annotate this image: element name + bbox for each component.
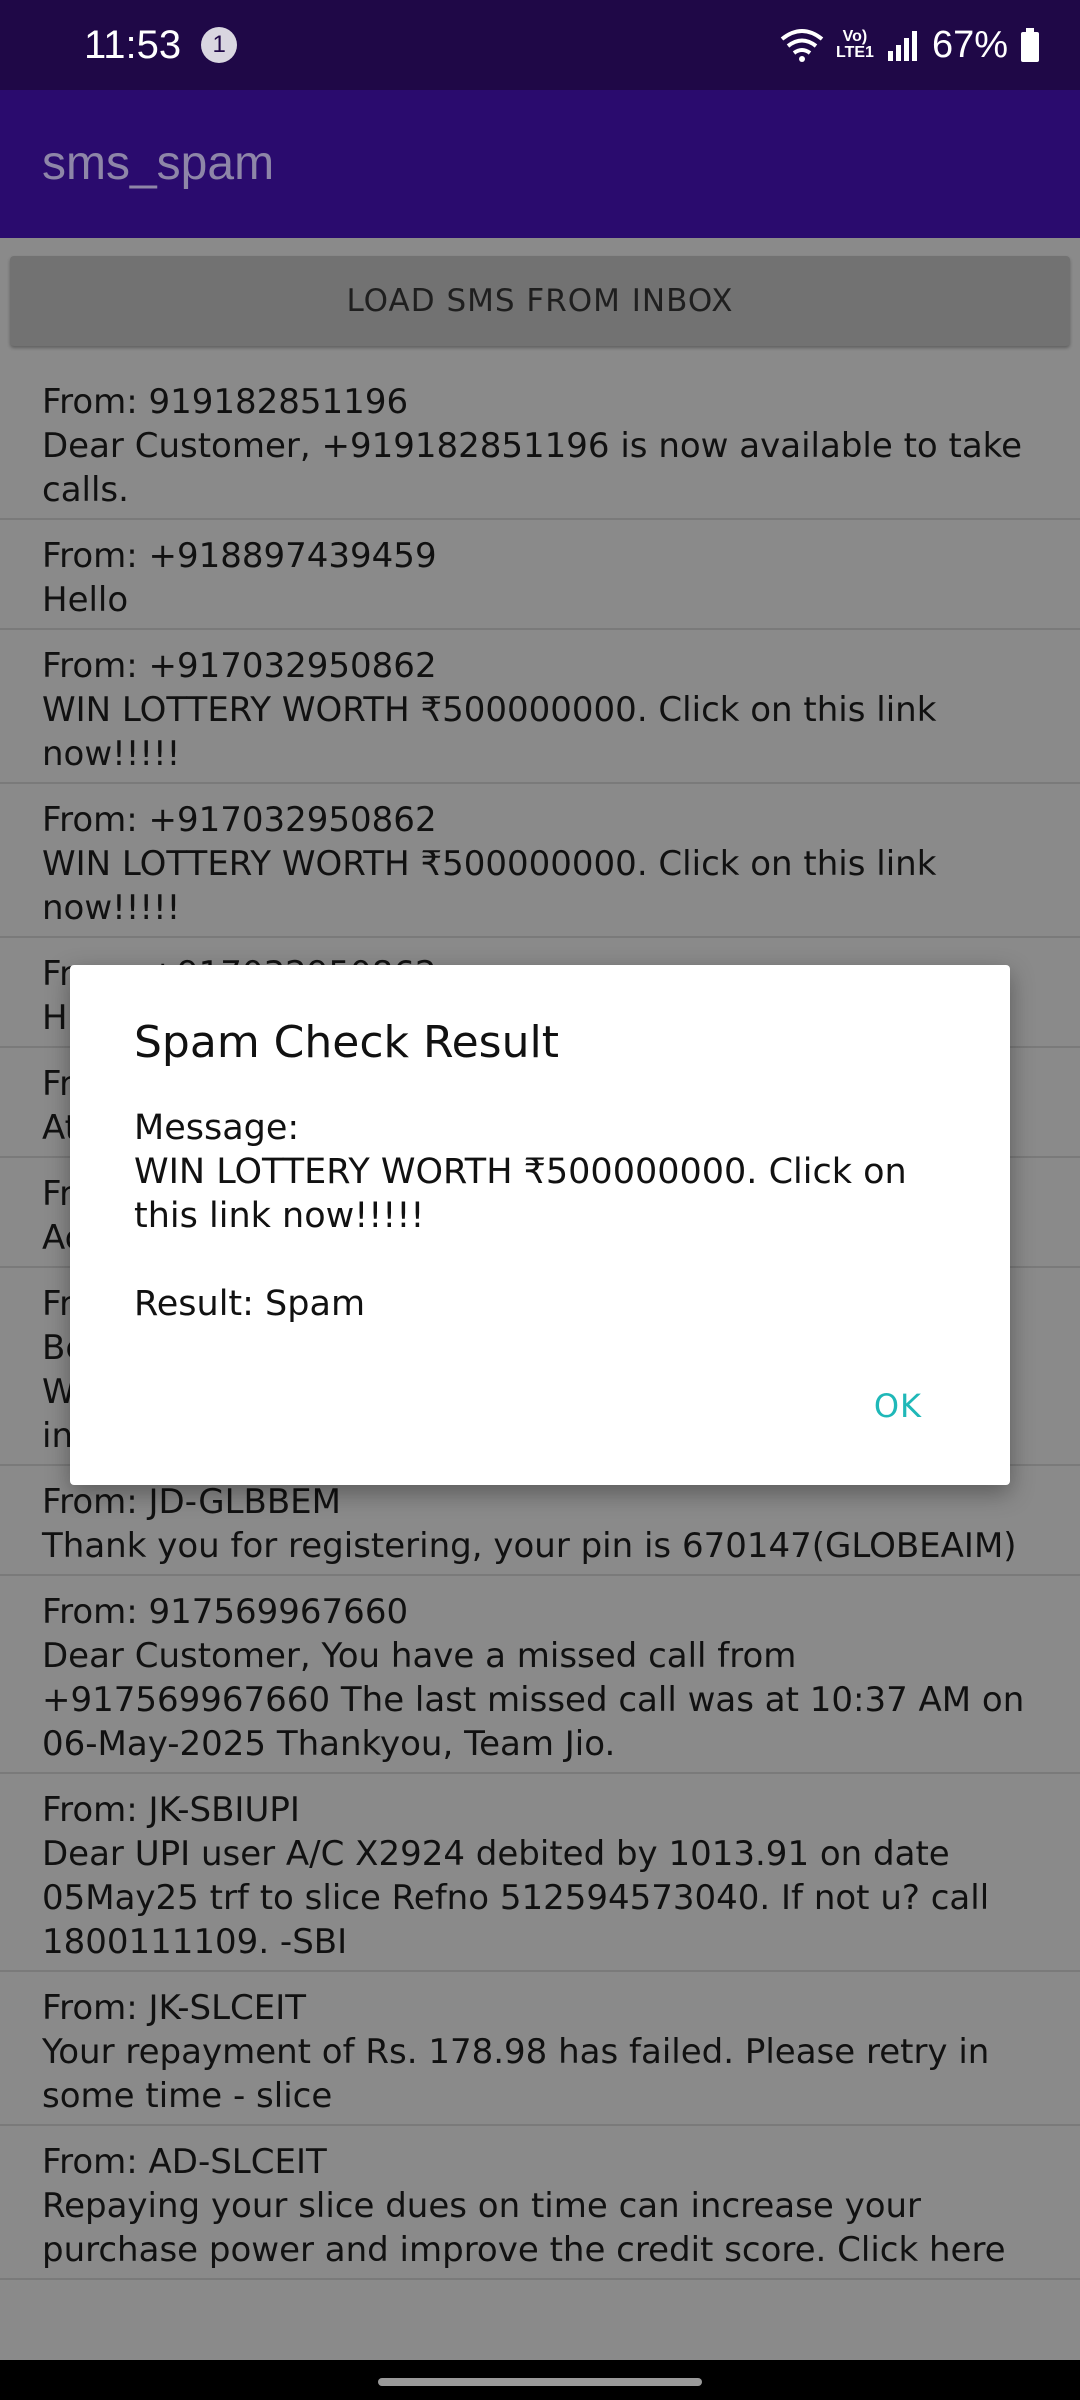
dialog-message-label: Message: <box>134 1108 300 1148</box>
sms-body: Dear Customer, +919182851196 is now avai… <box>42 426 1023 510</box>
sms-sender: From: 919182851196 <box>42 382 409 422</box>
dialog-body: Message: WIN LOTTERY WORTH ₹500000000. C… <box>134 1106 946 1326</box>
sms-list-item[interactable]: From: JK-SBIUPI Dear UPI user A/C X2924 d… <box>0 1774 1080 1972</box>
spam-check-dialog: Spam Check Result Message: WIN LOTTERY W… <box>70 965 1010 1485</box>
app-title: sms_spam <box>42 137 275 190</box>
dialog-spacer <box>134 1238 946 1282</box>
sms-body: Dear UPI user A/C X2924 debited by 1013.… <box>42 1834 990 1962</box>
sms-sender: From: AD-SLCEIT <box>42 2142 327 2182</box>
sms-sender: From: JK-SLCEIT <box>42 1988 307 2028</box>
sms-list-item[interactable]: From: 919182851196 Dear Customer, +919182… <box>0 366 1080 520</box>
sms-list-item[interactable]: From: +917032950862 WIN LOTTERY WORTH ₹50… <box>0 784 1080 938</box>
battery-icon <box>1021 28 1039 62</box>
volte-label-top: Vo) <box>842 28 868 45</box>
sms-list-item[interactable]: From: AD-SLCEIT Repaying your slice dues … <box>0 2126 1080 2280</box>
app-bar: sms_spam <box>0 90 1080 238</box>
sms-body: Dear Customer, You have a missed call fr… <box>42 1636 1025 1764</box>
sms-sender: From: +917032950862 <box>42 800 437 840</box>
sms-body: Thank you for registering, your pin is 6… <box>42 1526 1017 1566</box>
sms-list-item[interactable]: From: +918897439459 Hello <box>0 520 1080 630</box>
sms-body: WIN LOTTERY WORTH ₹500000000. Click on t… <box>42 690 937 774</box>
sms-sender: From: JK-SBIUPI <box>42 1790 300 1830</box>
signal-strength-icon <box>887 31 917 61</box>
status-bar: 11:53 1 Vo) LTE1 67% <box>0 0 1080 90</box>
volte-label-bottom: LTE1 <box>836 44 874 61</box>
sms-sender: From: 917569967660 <box>42 1592 409 1632</box>
sms-body: Hello <box>42 580 129 620</box>
navigation-bar <box>0 2360 1080 2400</box>
dialog-result-text: Result: Spam <box>134 1284 366 1324</box>
sms-sender: From: JD-GLBBEM <box>42 1482 341 1522</box>
dialog-message-text: WIN LOTTERY WORTH ₹500000000. Click on t… <box>134 1152 907 1236</box>
load-sms-button[interactable]: LOAD SMS FROM INBOX <box>10 256 1070 346</box>
sms-list-item[interactable]: From: JK-SLCEIT Your repayment of Rs. 178… <box>0 1972 1080 2126</box>
dialog-title: Spam Check Result <box>134 1017 559 1068</box>
status-time: 11:53 <box>84 22 182 67</box>
gesture-handle[interactable] <box>378 2378 702 2386</box>
sms-body: WIN LOTTERY WORTH ₹500000000. Click on t… <box>42 844 937 928</box>
battery-percent: 67% <box>931 23 1008 66</box>
ok-button[interactable]: OK <box>874 1387 922 1425</box>
sms-sender: From: +918897439459 <box>42 536 437 576</box>
notification-count-badge: 1 <box>201 27 238 63</box>
sms-sender: From: +917032950862 <box>42 646 437 686</box>
sms-list-item[interactable]: From: 917569967660 Dear Customer, You hav… <box>0 1576 1080 1774</box>
sms-body: Your repayment of Rs. 178.98 has failed.… <box>42 2032 990 2116</box>
sms-body: Repaying your slice dues on time can inc… <box>42 2186 1006 2270</box>
status-icons: Vo) LTE1 67% <box>780 24 1040 67</box>
sms-list-item[interactable]: From: +917032950862 WIN LOTTERY WORTH ₹50… <box>0 630 1080 784</box>
wifi-icon <box>780 29 824 62</box>
volte-indicator: Vo) LTE1 <box>836 29 874 61</box>
